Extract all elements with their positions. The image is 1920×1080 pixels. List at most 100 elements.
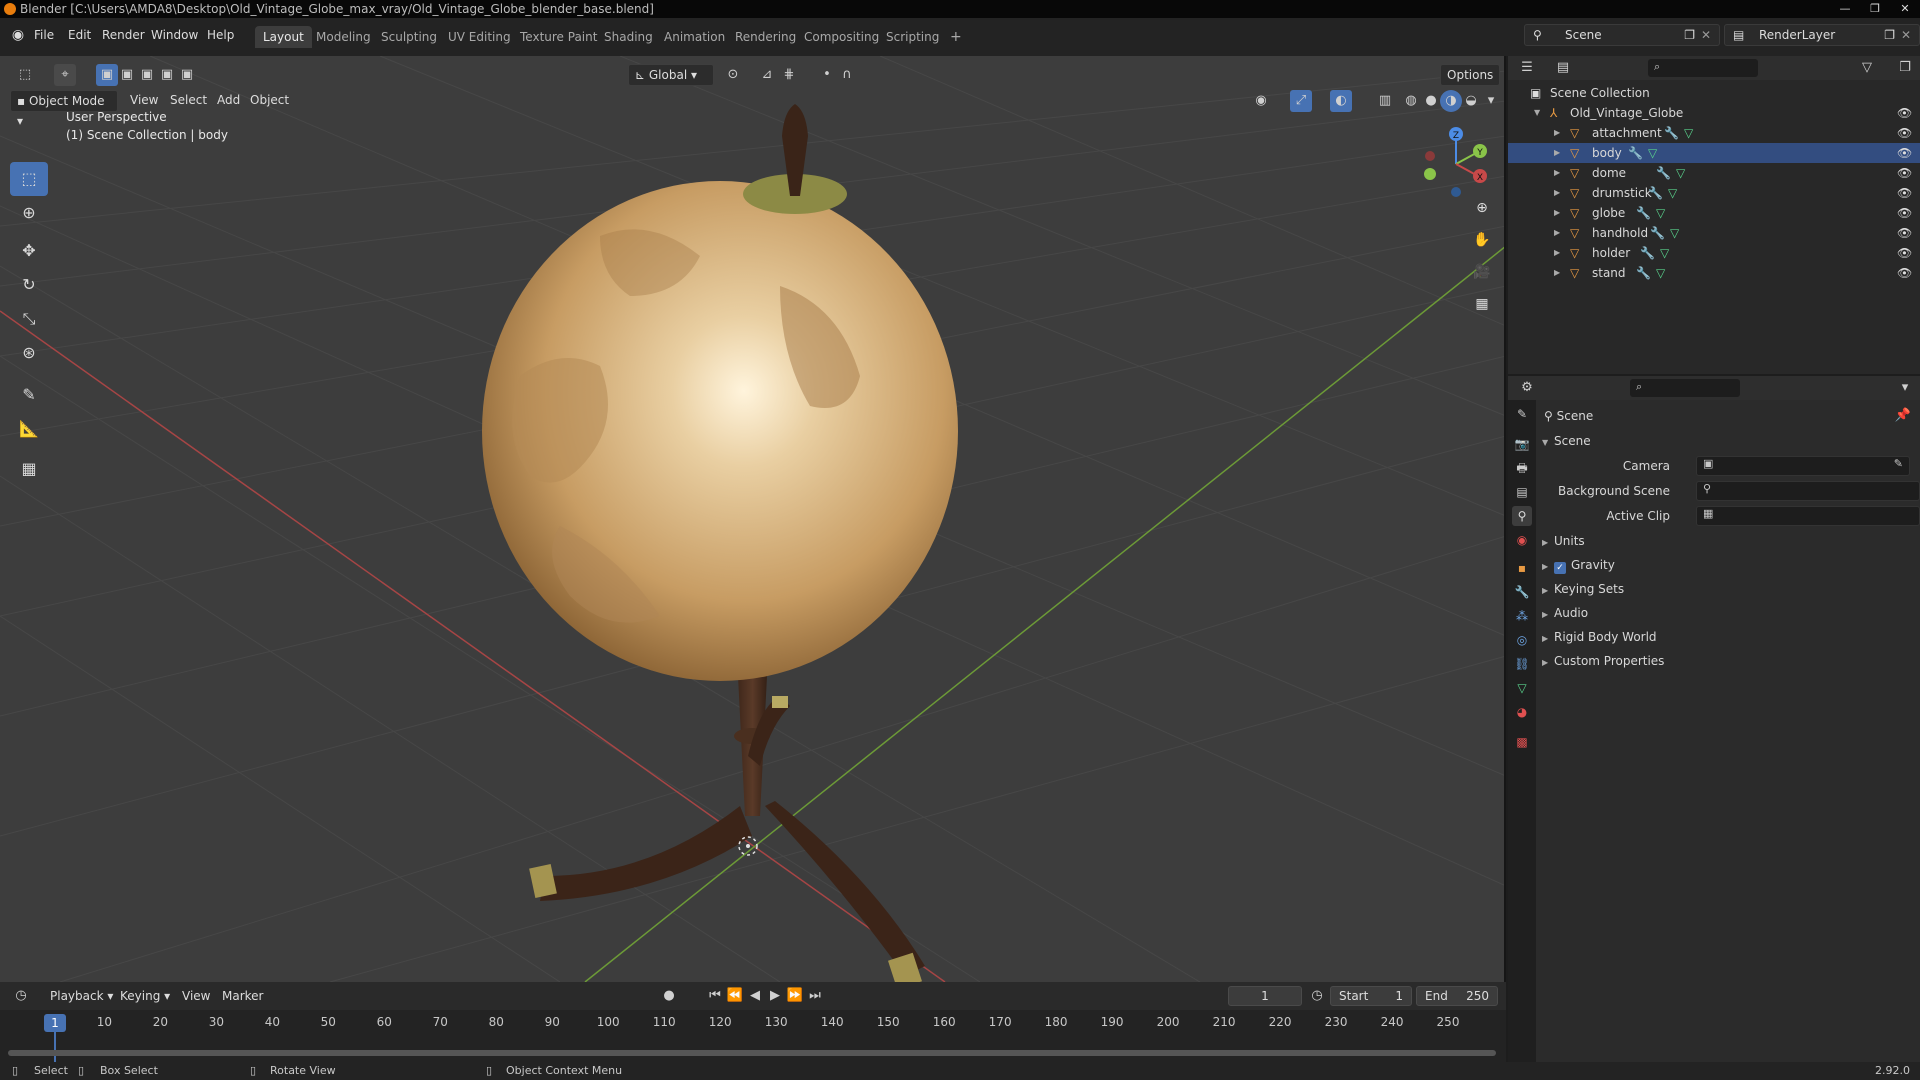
scene-tab-icon[interactable]: ⚲ bbox=[1512, 506, 1532, 526]
overlay-toggle-icon[interactable]: ◐ bbox=[1330, 90, 1352, 112]
new-layer-icon[interactable]: ❐ bbox=[1884, 25, 1895, 45]
scene-selector[interactable]: ⚲ Scene ❐ ✕ bbox=[1524, 24, 1720, 46]
output-tab-icon[interactable]: 🖶 bbox=[1512, 458, 1532, 478]
outliner-row-object[interactable]: ▶ ▽ drumstick 🔧 ▽ 👁 bbox=[1508, 183, 1920, 203]
timeline-menu-view[interactable]: View bbox=[182, 986, 210, 1006]
record-icon[interactable]: ● bbox=[658, 985, 680, 1007]
select-extend-icon[interactable]: ▣ bbox=[116, 64, 138, 86]
snap-icon[interactable]: ⊿ bbox=[756, 64, 778, 86]
editor-type-icon[interactable]: ⬚ bbox=[14, 64, 36, 86]
outliner-row-object[interactable]: ▶ ▽ stand 🔧 ▽ 👁 bbox=[1508, 263, 1920, 283]
outliner-row-object[interactable]: ▶ ▽ dome 🔧 ▽ 👁 bbox=[1508, 163, 1920, 183]
outliner[interactable]: ☰ ▤ ⌕ ▽ ❐ ▣ Scene Collection ▼ ⅄ Old_Vin… bbox=[1508, 56, 1920, 374]
rotate-tool-icon[interactable]: ↻ bbox=[10, 268, 48, 302]
start-frame-field[interactable]: Start 1 bbox=[1330, 986, 1412, 1006]
solid-shading-icon[interactable]: ● bbox=[1420, 90, 1442, 112]
world-tab-icon[interactable]: ◉ bbox=[1512, 530, 1532, 550]
texture-tab-icon[interactable]: ▩ bbox=[1512, 732, 1532, 752]
expand-arrow-icon[interactable]: ▶ bbox=[1554, 123, 1560, 143]
viewport-menu-add[interactable]: Add bbox=[217, 90, 240, 110]
view-layer-tab-icon[interactable]: ▤ bbox=[1512, 482, 1532, 502]
frame-ruler[interactable]: 10 20 30 40 50 60 70 80 90 100 110 120 130 140 150 160 1… bbox=[0, 1010, 1506, 1038]
mesh-data-icon[interactable]: ▽ bbox=[1676, 163, 1685, 183]
measure-tool-icon[interactable]: 📐 bbox=[10, 412, 48, 446]
pan-hand-icon[interactable]: ✋ bbox=[1468, 226, 1496, 254]
modifier-wrench-icon[interactable]: 🔧 bbox=[1636, 203, 1651, 223]
wireframe-shading-icon[interactable]: ◍ bbox=[1400, 90, 1422, 112]
zoom-icon[interactable]: ⊕ bbox=[1468, 194, 1496, 222]
tab-rendering[interactable]: Rendering bbox=[727, 26, 804, 48]
blender-logo-icon[interactable]: ◉ bbox=[9, 26, 27, 44]
transform-orientation-select[interactable]: ⊾ Global ▾ bbox=[628, 64, 714, 86]
tab-scripting[interactable]: Scripting bbox=[878, 26, 947, 48]
tab-uv-editing[interactable]: UV Editing bbox=[440, 26, 519, 48]
select-tool-icon[interactable]: ⌖ bbox=[54, 64, 76, 86]
gizmo-toggle-icon[interactable]: ⤢ bbox=[1290, 90, 1312, 112]
outliner-row-object[interactable]: ▶ ▽ globe 🔧 ▽ 👁 bbox=[1508, 203, 1920, 223]
mesh-data-icon[interactable]: ▽ bbox=[1684, 123, 1693, 143]
select-new-icon[interactable]: ▣ bbox=[96, 64, 118, 86]
current-frame-field[interactable]: 1 bbox=[1228, 986, 1302, 1006]
tool-tab-icon[interactable]: ✎ bbox=[1512, 404, 1532, 424]
timeline-menu-marker[interactable]: Marker bbox=[222, 986, 263, 1006]
render-tab-icon[interactable]: 📷 bbox=[1512, 434, 1532, 454]
modifier-wrench-icon[interactable]: 🔧 bbox=[1640, 243, 1655, 263]
cursor-tool-icon[interactable]: ⊕ bbox=[10, 196, 48, 230]
select-subtract-icon[interactable]: ▣ bbox=[136, 64, 158, 86]
timeline-editor-type-icon[interactable]: ◷ bbox=[10, 985, 32, 1007]
timeline-menu-keying[interactable]: Keying ▾ bbox=[120, 986, 170, 1006]
visibility-eye-icon[interactable]: 👁 bbox=[1897, 243, 1912, 263]
pivot-point-icon[interactable]: ⊙ bbox=[722, 64, 744, 86]
properties-search-input[interactable]: ⌕ bbox=[1630, 379, 1740, 397]
collapse-arrow-icon[interactable]: ▼ bbox=[1534, 103, 1540, 123]
prev-keyframe-icon[interactable]: ⏪ bbox=[724, 985, 746, 1007]
proportional-edit-icon[interactable]: • bbox=[816, 64, 838, 86]
properties-editor-type-icon[interactable]: ⚙ bbox=[1516, 377, 1538, 399]
globe-model[interactable] bbox=[482, 104, 958, 982]
falloff-icon[interactable]: ∩ bbox=[836, 64, 858, 86]
select-box-tool-icon[interactable]: ⬚ bbox=[10, 162, 48, 196]
next-keyframe-icon[interactable]: ⏩ bbox=[784, 985, 806, 1007]
outliner-row-object[interactable]: ▶ ▽ body 🔧 ▽ 👁 bbox=[1508, 143, 1920, 163]
outliner-search-input[interactable]: ⌕ bbox=[1648, 59, 1758, 77]
visibility-eye-icon[interactable]: 👁 bbox=[1897, 223, 1912, 243]
background-scene-field[interactable]: ⚲ bbox=[1696, 481, 1920, 501]
properties-editor[interactable]: ⚙ ⌕ ▾ ✎ 📷 🖶 ▤ ⚲ ◉ ▪ 🔧 ⁂ ◎ ⛓ ▽ ◕ ▩ ⚲ Scen… bbox=[1508, 376, 1920, 1062]
menu-file[interactable]: File bbox=[34, 25, 54, 45]
modifier-wrench-icon[interactable]: 🔧 bbox=[1656, 163, 1671, 183]
shading-options-icon[interactable]: ▾ bbox=[1480, 90, 1502, 112]
jump-end-icon[interactable]: ⏭ bbox=[804, 985, 826, 1007]
mesh-data-icon[interactable]: ▽ bbox=[1660, 243, 1669, 263]
modifier-wrench-icon[interactable]: 🔧 bbox=[1648, 183, 1663, 203]
timeline-menu-playback[interactable]: Playback ▾ bbox=[50, 986, 113, 1006]
mesh-data-icon[interactable]: ▽ bbox=[1668, 183, 1677, 203]
outliner-editor-type-icon[interactable]: ☰ bbox=[1516, 57, 1538, 79]
material-tab-icon[interactable]: ◕ bbox=[1512, 702, 1532, 722]
modifier-wrench-icon[interactable]: 🔧 bbox=[1650, 223, 1665, 243]
delete-scene-icon[interactable]: ✕ bbox=[1701, 25, 1711, 45]
preview-range-icon[interactable]: ◷ bbox=[1306, 985, 1328, 1007]
expand-arrow-icon[interactable]: ▶ bbox=[1554, 263, 1560, 283]
viewport-menu-view[interactable]: View bbox=[130, 90, 158, 110]
outliner-row-object[interactable]: ▶ ▽ holder 🔧 ▽ 👁 bbox=[1508, 243, 1920, 263]
transform-tool-icon[interactable]: ⊛ bbox=[10, 336, 48, 370]
xray-icon[interactable]: ▥ bbox=[1374, 90, 1396, 112]
timeline[interactable]: ◷ Playback ▾ Keying ▾ View Marker ● ⏮ ⏪ … bbox=[0, 982, 1506, 1064]
expand-arrow-icon[interactable]: ▶ bbox=[1554, 183, 1560, 203]
end-frame-field[interactable]: End 250 bbox=[1416, 986, 1498, 1006]
annotate-tool-icon[interactable]: ✎ bbox=[10, 378, 48, 412]
tab-compositing[interactable]: Compositing bbox=[796, 26, 887, 48]
tab-animation[interactable]: Animation bbox=[656, 26, 733, 48]
outliner-row-object[interactable]: ▶ ▽ attachment 🔧 ▽ 👁 bbox=[1508, 123, 1920, 143]
visibility-icon[interactable]: ◉ bbox=[1250, 90, 1272, 112]
add-workspace-button[interactable]: + bbox=[942, 26, 970, 48]
tab-layout[interactable]: Layout bbox=[255, 26, 312, 48]
particles-tab-icon[interactable]: ⁂ bbox=[1512, 606, 1532, 626]
outliner-row-scene-collection[interactable]: ▣ Scene Collection bbox=[1508, 83, 1920, 103]
delete-layer-icon[interactable]: ✕ bbox=[1901, 25, 1911, 45]
scene-panel-header[interactable]: ▼ Scene bbox=[1542, 431, 1591, 451]
expand-arrow-icon[interactable]: ▶ bbox=[1554, 203, 1560, 223]
close-button[interactable]: ✕ bbox=[1890, 0, 1920, 18]
camera-view-icon[interactable]: 🎥 bbox=[1468, 258, 1496, 286]
visibility-eye-icon[interactable]: 👁 bbox=[1897, 203, 1912, 223]
